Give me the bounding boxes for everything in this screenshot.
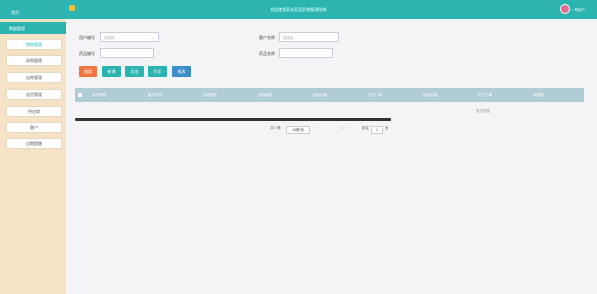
chevron-down-icon: ⌄ xyxy=(331,35,335,40)
user-name-label[interactable]: 一号用户 xyxy=(571,8,585,13)
page-size-select[interactable]: 10条/页 xyxy=(286,126,310,134)
empty-table-message: 暂无数据 xyxy=(476,109,490,113)
user-avatar[interactable] xyxy=(560,4,570,14)
top-bar: 欢迎使用药店药品药物管理系统 一号用户 xyxy=(0,0,597,19)
column-header[interactable]: 保质期 xyxy=(533,93,544,98)
current-page[interactable]: 1 xyxy=(341,126,343,134)
column-header[interactable]: 药品名称 xyxy=(313,93,327,98)
user-id-select[interactable]: 请选择 ⌄ xyxy=(100,32,159,42)
drug-code-input[interactable] xyxy=(100,48,154,58)
drug-name-label: 药品名称 xyxy=(259,51,275,56)
user-id-label: 用户编号 xyxy=(79,35,95,40)
table-header: 用户编号 客户名称 药品类型 药品编号 药品名称 生产厂商 药品价格 生产日期 … xyxy=(75,88,584,102)
add-button[interactable]: 新增 xyxy=(102,66,121,77)
customer-name-label: 客户名称 xyxy=(259,35,275,40)
sidebar-home-link[interactable]: 首页 xyxy=(0,0,66,19)
chevron-down-icon: ⌄ xyxy=(151,35,155,40)
sidebar-item-returns[interactable]: 退货管理 xyxy=(6,89,62,100)
prev-page-button[interactable]: ‹ xyxy=(318,126,319,134)
sidebar-item-outbound[interactable]: 出库管理 xyxy=(6,72,62,83)
export-button[interactable]: 导出 xyxy=(125,66,144,77)
sidebar-item-sales[interactable]: 销售管理 xyxy=(6,39,62,50)
column-header[interactable]: 药品类型 xyxy=(203,93,217,98)
page-suffix: 页 xyxy=(385,126,389,130)
column-header[interactable]: 生产日期 xyxy=(478,93,492,98)
sidebar-item-customer[interactable]: 客户 xyxy=(6,122,62,133)
report-button[interactable]: 报表 xyxy=(172,66,191,77)
sidebar-item-expiry-reminder[interactable]: 过期提醒 xyxy=(6,138,62,149)
drug-code-label: 药品编号 xyxy=(79,51,95,56)
column-header[interactable]: 客户名称 xyxy=(148,93,162,98)
customer-name-select[interactable]: 请选择 ⌄ xyxy=(279,32,339,42)
print-button[interactable]: 打印 xyxy=(148,66,167,77)
column-header[interactable]: 用户编号 xyxy=(92,93,106,98)
goto-page-input[interactable]: 1 xyxy=(371,126,383,134)
sidebar-item-supplier[interactable]: 供应商 xyxy=(6,106,62,117)
sidebar-group-header[interactable]: 数据管理 xyxy=(0,22,66,34)
next-page-button[interactable]: › xyxy=(351,126,352,134)
column-header[interactable]: 药品价格 xyxy=(423,93,437,98)
goto-label: 前往 xyxy=(362,126,369,130)
pagination-total: 共 0 条 xyxy=(270,126,281,130)
sidebar: 首页 数据管理 销售管理 采购管理 出库管理 退货管理 供应商 客户 过期提醒 xyxy=(0,0,66,294)
drug-name-input[interactable] xyxy=(279,48,333,58)
horizontal-scrollbar[interactable] xyxy=(75,118,391,121)
sidebar-item-purchase[interactable]: 采购管理 xyxy=(6,55,62,66)
column-header[interactable]: 药品编号 xyxy=(258,93,272,98)
select-all-checkbox[interactable] xyxy=(78,93,82,97)
search-button[interactable]: 搜索 xyxy=(79,66,97,77)
app-title: 欢迎使用药店药品药物管理系统 xyxy=(270,7,327,12)
column-header[interactable]: 生产厂商 xyxy=(368,93,382,98)
